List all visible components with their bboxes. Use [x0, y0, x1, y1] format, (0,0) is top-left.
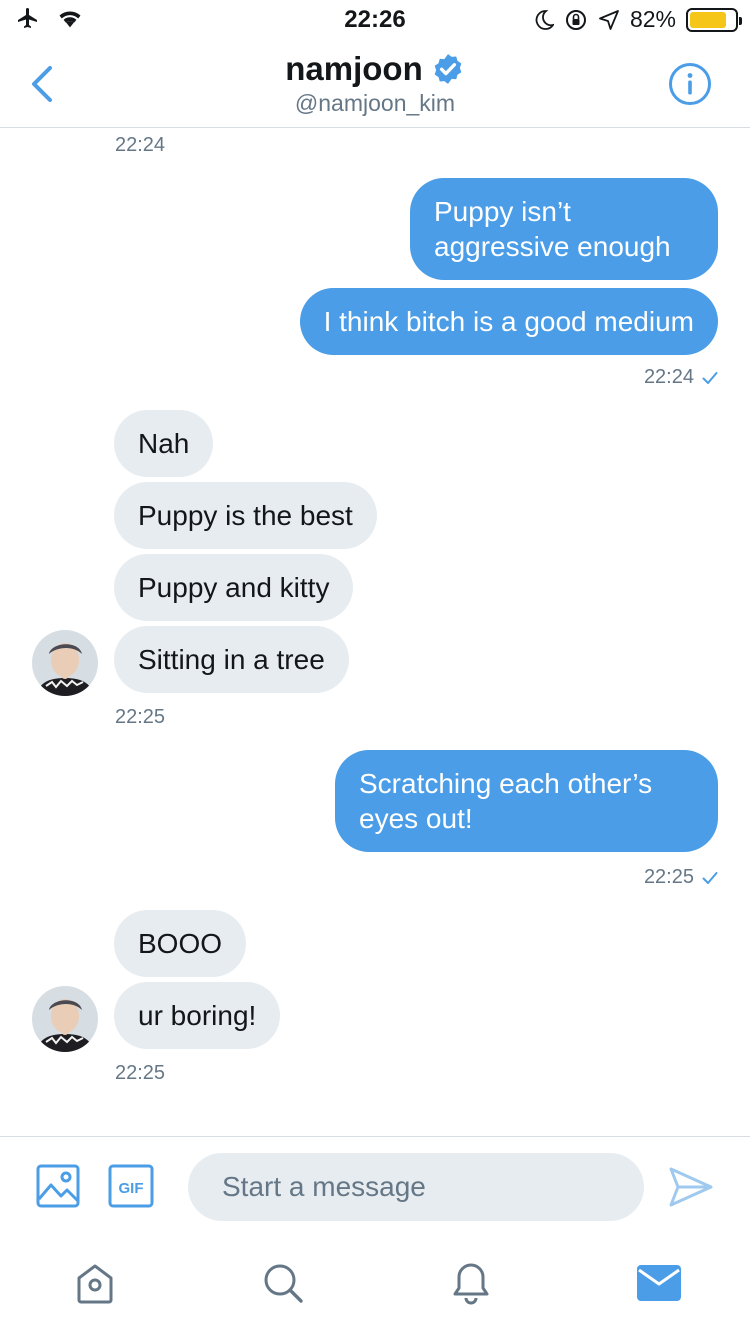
- message-input[interactable]: [188, 1153, 644, 1221]
- info-button[interactable]: [668, 62, 712, 106]
- notifications-icon: [453, 1263, 489, 1305]
- status-right: 82%: [534, 6, 742, 33]
- send-icon: [669, 1167, 713, 1207]
- outgoing-message[interactable]: Puppy isn’t aggressive enough: [410, 178, 718, 280]
- incoming-message[interactable]: Nah: [114, 410, 214, 477]
- avatar[interactable]: [32, 986, 98, 1052]
- tab-bar: [0, 1236, 750, 1334]
- timestamp: 22:25: [115, 706, 166, 728]
- location-icon: [599, 9, 619, 30]
- message-composer: GIF: [0, 1136, 750, 1236]
- outgoing-message[interactable]: Scratching each other’s eyes out!: [335, 750, 718, 852]
- timestamp-read: 22:25: [644, 866, 718, 889]
- timestamp: 22:24: [643, 366, 694, 388]
- gif-icon: GIF: [108, 1164, 154, 1208]
- read-check-icon: [702, 871, 718, 884]
- info-icon: [669, 63, 711, 105]
- tab-home[interactable]: [70, 1258, 120, 1308]
- timestamp-read: 22:24: [644, 366, 718, 389]
- read-check-icon: [702, 371, 718, 384]
- battery-percent: 82%: [629, 6, 676, 32]
- battery-icon: [686, 7, 742, 32]
- search-icon: [264, 1264, 303, 1303]
- incoming-message[interactable]: Puppy and kitty: [114, 554, 354, 621]
- avatar[interactable]: [32, 630, 98, 696]
- tab-search[interactable]: [258, 1258, 308, 1308]
- incoming-message[interactable]: ur boring!: [114, 982, 281, 1049]
- conversation-title: namjoon @namjoon_kim: [0, 50, 750, 117]
- conversation-header: namjoon @namjoon_kim: [0, 40, 750, 128]
- send-button[interactable]: [668, 1165, 714, 1214]
- home-icon: [77, 1264, 113, 1304]
- outgoing-message[interactable]: I think bitch is a good medium: [299, 288, 718, 355]
- contact-name: namjoon: [285, 50, 423, 87]
- battery-fill: [690, 11, 727, 28]
- avatar-image: [32, 630, 98, 696]
- incoming-message[interactable]: Puppy is the best: [114, 482, 377, 549]
- message-thread[interactable]: 22:24 Puppy isn’t aggressive enough I th…: [0, 129, 750, 1135]
- tab-notifications[interactable]: [446, 1258, 496, 1308]
- gif-label: GIF: [119, 1180, 144, 1197]
- moon-icon: [535, 9, 554, 30]
- contact-handle: @namjoon_kim: [294, 90, 456, 116]
- messages-icon: [637, 1265, 681, 1301]
- incoming-message[interactable]: Sitting in a tree: [114, 626, 349, 693]
- status-bar: 22:26 82%: [0, 0, 750, 40]
- verified-badge-icon: [434, 54, 462, 84]
- image-icon: [36, 1164, 80, 1208]
- add-image-button[interactable]: [36, 1164, 80, 1213]
- tab-messages[interactable]: [634, 1258, 684, 1308]
- timestamp: 22:24: [115, 134, 166, 156]
- rotation-lock-icon: [565, 9, 586, 30]
- incoming-message[interactable]: BOOO: [114, 910, 247, 977]
- add-gif-button[interactable]: GIF: [108, 1164, 154, 1213]
- timestamp: 22:25: [115, 1062, 166, 1084]
- avatar-image: [32, 986, 98, 1052]
- title-row: namjoon: [285, 50, 465, 88]
- timestamp: 22:25: [643, 866, 694, 888]
